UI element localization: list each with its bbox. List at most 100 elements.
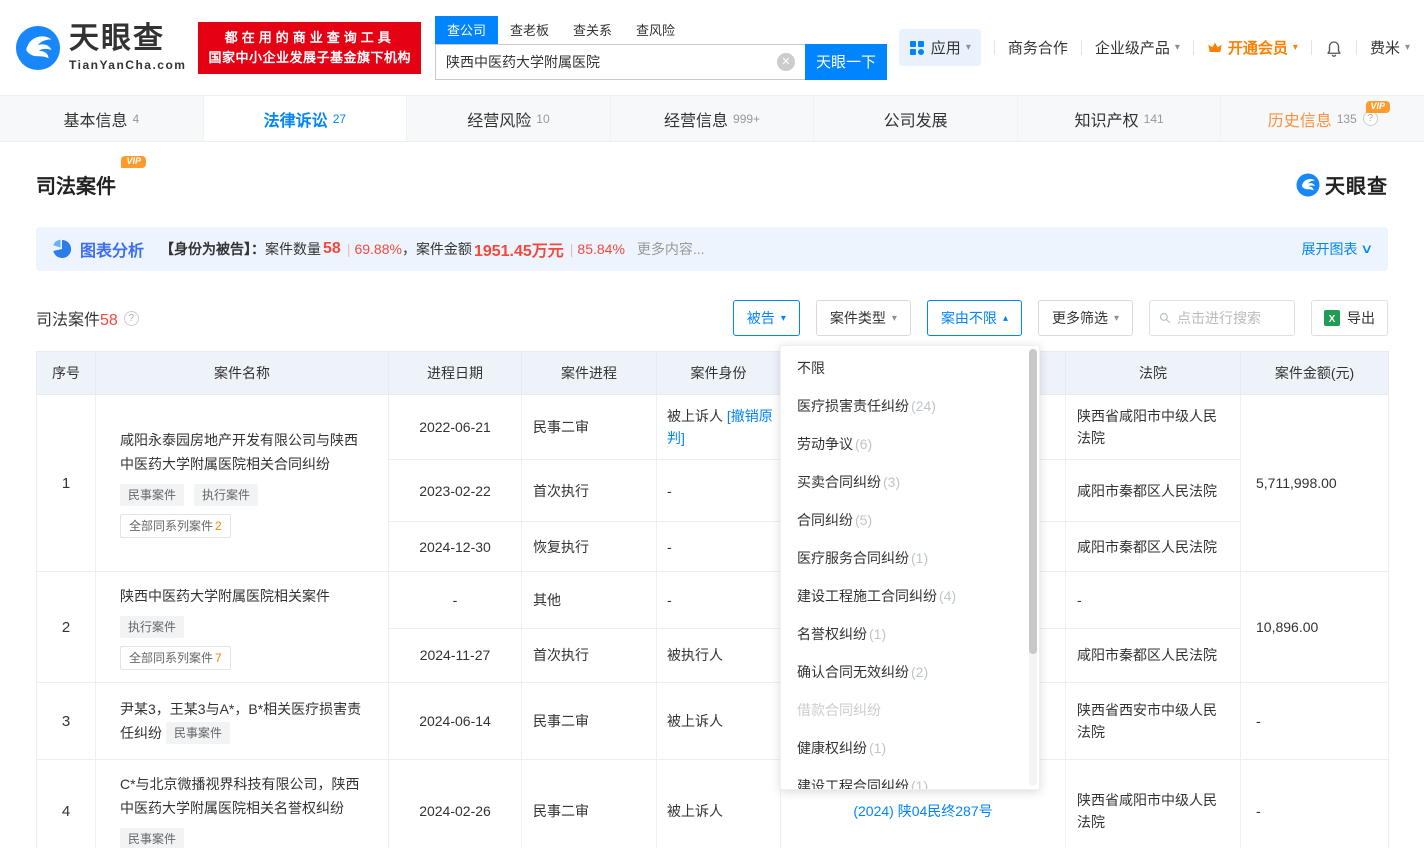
dropdown-item-label: 劳动争议 xyxy=(797,436,853,452)
search-tab-3[interactable]: 查风险 xyxy=(624,16,687,44)
divider xyxy=(1355,40,1357,55)
court-cell: 陕西省咸阳市中级人民法院 xyxy=(1065,759,1241,848)
tab-legal-litigation[interactable]: 法律诉讼 27 xyxy=(203,96,408,141)
case-badge: 民事案件 xyxy=(166,722,231,744)
dropdown-item-count: (6) xyxy=(855,436,873,452)
notification-bell-icon[interactable] xyxy=(1325,38,1343,58)
expand-chart-link[interactable]: 展开图表 ∨ xyxy=(1301,239,1374,259)
identity-cell: 被上诉人 xyxy=(656,759,781,848)
tianyancha-logo[interactable]: 天眼查 TianYanCha.com xyxy=(15,23,187,72)
dropdown-item-0[interactable]: 不限 xyxy=(781,349,1039,387)
export-button[interactable]: X 导出 xyxy=(1311,300,1388,336)
caret-down-icon: ▾ xyxy=(1292,42,1298,53)
case-badges-row: 执行案件 xyxy=(120,614,364,638)
nav-enterprise-products[interactable]: 企业级产品 ▾ xyxy=(1095,37,1180,58)
court-cell: 咸阳市秦都区人民法院 xyxy=(1065,459,1241,522)
divider: | xyxy=(569,241,574,257)
user-menu[interactable]: 费米 ▾ xyxy=(1370,37,1410,58)
chart-analysis-link[interactable]: 图表分析 xyxy=(80,237,144,261)
dropdown-item-2[interactable]: 劳动争议 (6) xyxy=(781,425,1039,463)
table-row: 4 C*与北京微播视界科技有限公司，陕西中医药大学附属医院相关名誉权纠纷 民事案件 2… xyxy=(36,759,1389,848)
watermark-logo: 天眼查 xyxy=(1296,170,1388,199)
case-type-filter-button[interactable]: 案件类型 ▾ xyxy=(815,300,911,336)
dropdown-item-7[interactable]: 名誉权纠纷 (1) xyxy=(781,615,1039,653)
process-stage-cell: 恢复执行 xyxy=(521,521,657,572)
identity-text: - xyxy=(667,482,672,499)
more-filters-button[interactable]: 更多筛选 ▾ xyxy=(1037,300,1133,336)
case-name-cell: C*与北京微播视界科技有限公司，陕西中医药大学附属医院相关名誉权纠纷 民事案件 xyxy=(95,759,389,848)
caret-down-icon: ▾ xyxy=(891,312,897,324)
serial-cell: 1 xyxy=(36,394,96,572)
series-cases-badge[interactable]: 全部同系列案件 2 xyxy=(120,514,231,538)
table-search-box[interactable] xyxy=(1149,300,1295,336)
process-stage-cell: 民事二审 xyxy=(521,394,657,460)
company-search-input[interactable] xyxy=(435,43,805,80)
case-name-link[interactable]: 尹某3，王某3与A*，B*相关医疗损害责任纠纷 xyxy=(120,701,361,741)
search-tab-0[interactable]: 查公司 xyxy=(435,15,499,44)
amount-cell: 10,896.00 xyxy=(1240,571,1389,683)
dropdown-item-10[interactable]: 健康权纠纷 (1) xyxy=(781,729,1039,767)
case-count-label: 案件数量 xyxy=(265,241,322,257)
caret-down-icon: ▾ xyxy=(1404,42,1410,53)
dropdown-item-1[interactable]: 医疗损害责任纠纷 (24) xyxy=(781,387,1039,425)
dropdown-item-count: (1) xyxy=(911,550,929,566)
dropdown-item-11[interactable]: 建设工程合同纠纷 (1) xyxy=(781,767,1039,789)
cause-filter-button[interactable]: 案由不限 ▴ xyxy=(926,300,1022,336)
tab-count: 10 xyxy=(536,111,550,126)
pie-chart-icon xyxy=(53,239,72,258)
chevron-down-icon: ∨ xyxy=(1360,241,1374,256)
series-cases-badge[interactable]: 全部同系列案件 7 xyxy=(120,646,231,670)
nav-business-coop[interactable]: 商务合作 xyxy=(1008,37,1068,58)
page-title: 司法案件 VIP xyxy=(36,156,146,199)
nav-open-vip[interactable]: 开通会员 ▾ xyxy=(1207,37,1298,58)
tab-intellectual-property[interactable]: 知识产权 141 xyxy=(1018,96,1222,141)
logo-subtitle: TianYanCha.com xyxy=(69,57,187,72)
column-header-2: 进程日期 xyxy=(388,351,522,395)
dropdown-item-4[interactable]: 合同纠纷 (5) xyxy=(781,501,1039,539)
serial-cell: 3 xyxy=(36,682,96,760)
process-date-cell: 2024-02-26 xyxy=(388,759,522,848)
defendant-filter-button[interactable]: 被告 ▾ xyxy=(732,300,800,336)
process-date-cell: 2023-02-22 xyxy=(388,459,522,522)
chart-analysis-bar: 图表分析 【身份为被告】： 案件数量 58 | 69.88% ， 案件金额 19… xyxy=(36,227,1388,271)
tab-basic-info[interactable]: 基本信息 4 xyxy=(0,96,204,141)
identity-text: - xyxy=(667,591,672,608)
help-icon: ? xyxy=(1362,111,1378,126)
apps-menu[interactable]: 应用 ▾ xyxy=(898,29,981,66)
caret-down-icon: ▾ xyxy=(780,312,786,324)
dropdown-scrollbar-thumb[interactable] xyxy=(1029,349,1037,654)
dropdown-item-3[interactable]: 买卖合同纠纷 (3) xyxy=(781,463,1039,501)
section-title-row: 司法案件 VIP 天眼查 xyxy=(36,156,1388,199)
search-tab-2[interactable]: 查关系 xyxy=(561,16,624,44)
more-content-link[interactable]: 更多内容... xyxy=(637,239,705,259)
dropdown-item-label: 借款合同纠纷 xyxy=(797,702,881,718)
case-name-link[interactable]: C*与北京微播视界科技有限公司，陕西中医药大学附属医院相关名誉权纠纷 xyxy=(120,776,360,816)
tab-label: 法律诉讼 xyxy=(263,112,328,130)
table-header-row: 序号 案件名称 进程日期 案件进程 案件身份 法院 案件金额(元) xyxy=(36,351,1389,395)
promo-banner[interactable]: 都在用的商业查询工具 国家中小企业发展子基金旗下机构 xyxy=(198,21,421,74)
vip-badge: VIP xyxy=(1365,101,1391,113)
serial-cell: 2 xyxy=(36,571,96,683)
tab-company-development[interactable]: 公司发展 xyxy=(814,96,1018,141)
divider: | xyxy=(346,241,351,257)
dropdown-item-8[interactable]: 确认合同无效纠纷 (2) xyxy=(781,653,1039,691)
case-name-line: 尹某3，王某3与A*，B*相关医疗损害责任纠纷 民事案件 xyxy=(120,697,364,745)
table-row: 1 咸阳永泰园房地产开发有限公司与陕西中医药大学附属医院相关合同纠纷 民事案件 执行案… xyxy=(36,394,1389,572)
case-name-cell: 陕西中医药大学附属医院相关案件执行案件全部同系列案件 7 xyxy=(95,571,389,683)
dropdown-item-6[interactable]: 建设工程施工合同纠纷 (4) xyxy=(781,577,1039,615)
clear-search-icon[interactable]: ✕ xyxy=(777,52,795,71)
search-button[interactable]: 天眼一下 xyxy=(805,43,887,80)
tab-operating-risk[interactable]: 经营风险 10 xyxy=(407,96,611,141)
divider xyxy=(1192,40,1194,55)
search-tab-1[interactable]: 查老板 xyxy=(498,16,561,44)
case-name-link[interactable]: 陕西中医药大学附属医院相关案件 xyxy=(120,588,330,604)
case-number-link[interactable]: (2024) 陕04民终287号 xyxy=(853,803,992,819)
dropdown-item-count: (24) xyxy=(911,398,936,414)
case-name-link[interactable]: 咸阳永泰园房地产开发有限公司与陕西中医药大学附属医院相关合同纠纷 xyxy=(120,432,358,472)
tab-history-info[interactable]: 历史信息 135? VIP xyxy=(1221,96,1424,141)
dropdown-item-5[interactable]: 医疗服务合同纠纷 (1) xyxy=(781,539,1039,577)
tab-business-info[interactable]: 经营信息 999+ xyxy=(611,96,815,141)
logo-text: 天眼查 TianYanCha.com xyxy=(69,23,187,72)
table-search-input[interactable] xyxy=(1177,310,1285,326)
tianyancha-logo-icon xyxy=(15,25,61,70)
